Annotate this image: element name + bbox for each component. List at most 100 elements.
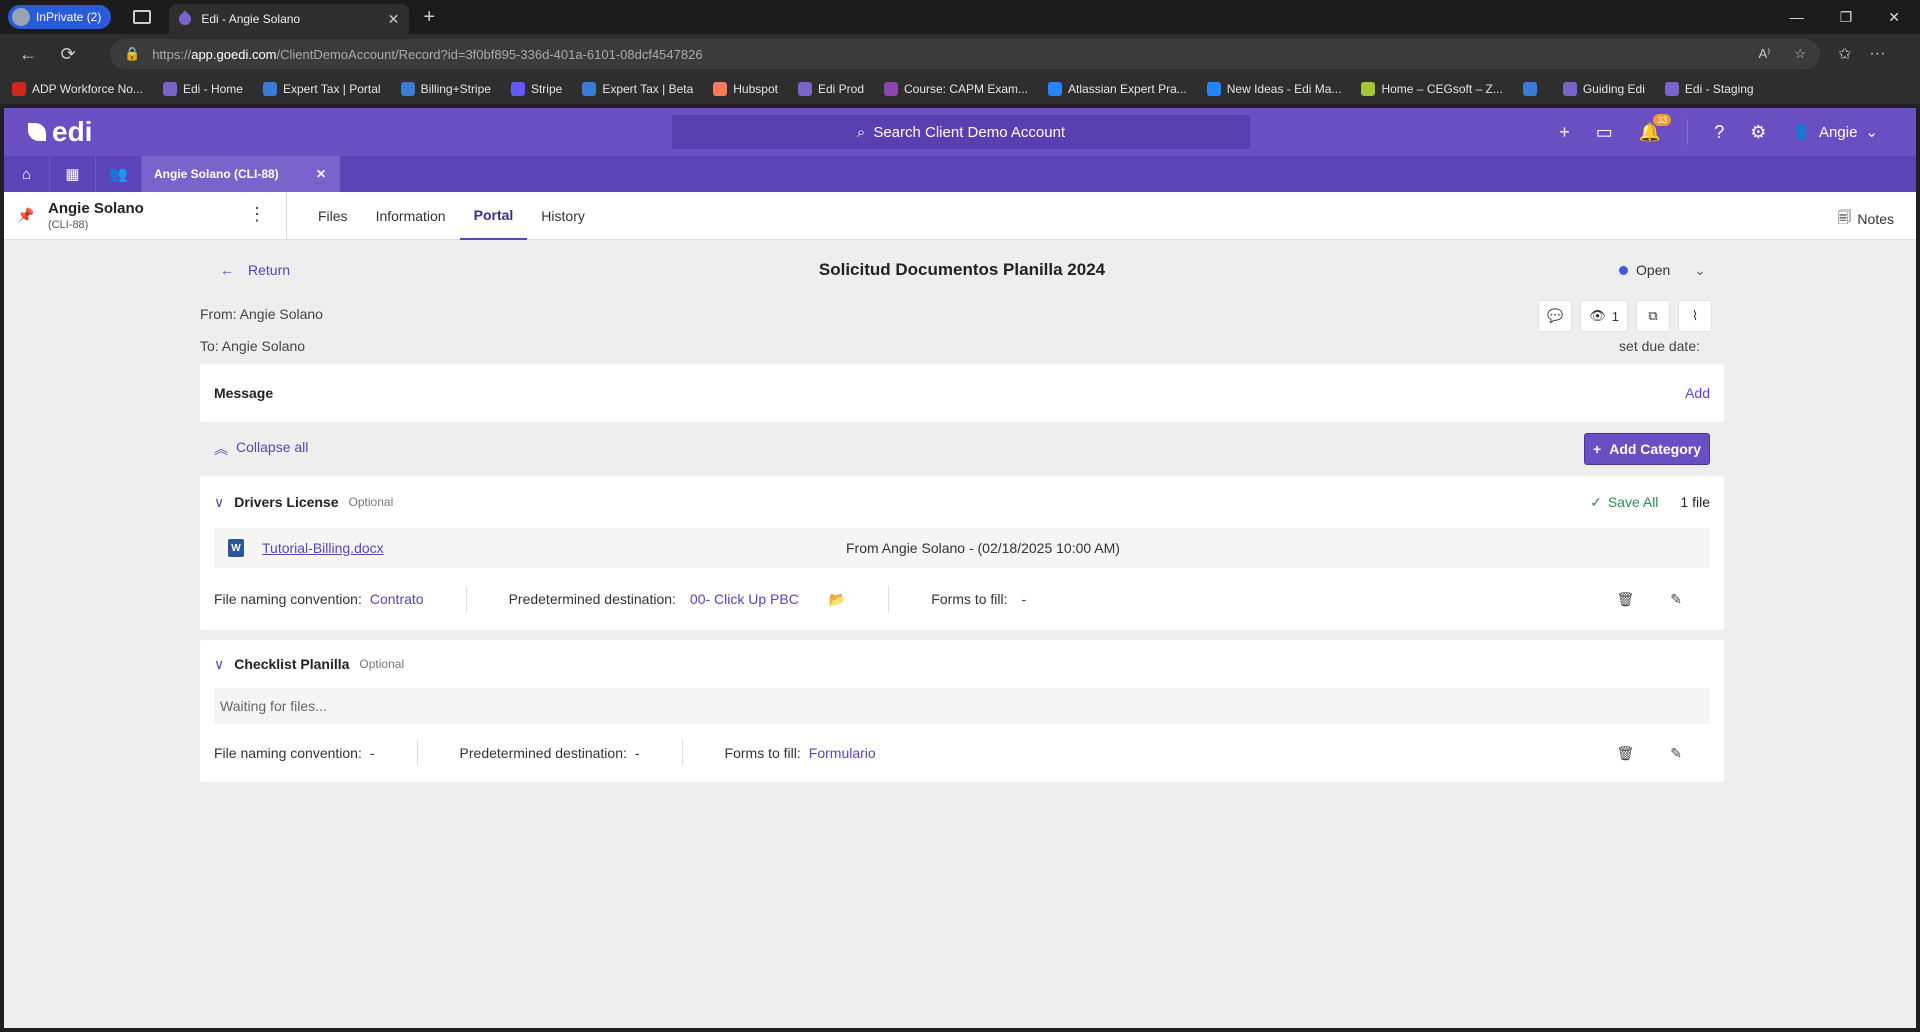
workspaces-icon[interactable] xyxy=(133,10,152,24)
gear-icon[interactable]: ⚙ xyxy=(1750,122,1766,143)
add-category-button[interactable]: + Add Category xyxy=(1584,433,1710,465)
word-doc-icon: W xyxy=(228,539,244,557)
bookmark-item[interactable]: Atlassian Expert Pra... xyxy=(1048,82,1187,96)
tab-history[interactable]: History xyxy=(527,192,599,240)
bookmark-item[interactable] xyxy=(1522,82,1543,96)
bookmark-item[interactable]: Edi - Staging xyxy=(1664,82,1754,96)
url-field[interactable]: 🔒 https://app.goedi.com/ClientDemoAccoun… xyxy=(110,39,1820,69)
back-icon[interactable]: ← xyxy=(8,44,48,65)
record-tab[interactable]: Angie Solano (CLI-88) ✕ xyxy=(142,156,340,192)
favorite-star-icon[interactable]: ☆ xyxy=(1794,46,1806,62)
bookmark-item[interactable]: Edi - Home xyxy=(162,82,243,96)
user-menu[interactable]: 👤 Angie ⌄ xyxy=(1792,123,1878,142)
search-bar[interactable]: ⌕ Search Client Demo Account xyxy=(672,115,1250,149)
check-circle-icon: ✓ xyxy=(1590,493,1602,510)
pencil-icon[interactable]: ✎ xyxy=(1670,745,1682,762)
views-button[interactable]: 👁 1 xyxy=(1580,300,1628,332)
close-record-tab-icon[interactable]: ✕ xyxy=(316,167,326,181)
browser-tab[interactable]: Edi - Angie Solano ✕ xyxy=(169,4,410,34)
bookmark-favicon-icon xyxy=(797,82,812,96)
bookmark-item[interactable]: Home – CEGsoft – Z... xyxy=(1361,82,1503,96)
building-icon[interactable]: ▦ xyxy=(50,156,96,192)
kebab-menu-icon[interactable]: ⋮ xyxy=(248,204,266,225)
bookmark-item[interactable]: Stripe xyxy=(510,82,562,96)
tab-information[interactable]: Information xyxy=(362,192,460,240)
folder-open-icon[interactable]: 📂 xyxy=(829,591,846,608)
bookmark-item[interactable]: Expert Tax | Beta xyxy=(582,82,693,96)
collapse-all-link[interactable]: ︽ Collapse all xyxy=(214,439,308,459)
bookmark-item[interactable]: Hubspot xyxy=(713,82,778,96)
lock-icon: 🔒 xyxy=(124,46,141,61)
trash-icon[interactable]: 🗑 xyxy=(1616,745,1634,762)
forms-label: Forms to fill: xyxy=(931,591,1008,607)
bookmark-item[interactable]: Course: CAPM Exam... xyxy=(884,82,1028,96)
copy-button[interactable]: ⧉ xyxy=(1636,300,1670,332)
forms-value[interactable]: Formulario xyxy=(809,745,876,761)
tabs-divider xyxy=(286,192,287,240)
notes-button[interactable]: 🗐 Notes xyxy=(1837,207,1894,231)
bookmark-favicon-icon xyxy=(1522,82,1537,96)
people-icon[interactable]: 👥 xyxy=(96,156,142,192)
bookmark-favicon-icon xyxy=(582,82,597,96)
home-icon[interactable]: ⌂ xyxy=(4,156,50,192)
naming-value[interactable]: Contrato xyxy=(370,591,424,607)
chevron-down-icon[interactable]: ∨ xyxy=(214,656,224,673)
add-category-label: Add Category xyxy=(1609,441,1701,457)
close-window-icon[interactable]: ✕ xyxy=(1888,9,1900,26)
category-card-drivers-license: ∨ Drivers License Optional ✓ Save All 1 … xyxy=(200,476,1724,630)
edi-logo[interactable]: edi xyxy=(28,116,92,148)
bookmark-item[interactable]: Guiding Edi xyxy=(1562,82,1645,96)
tab-portal[interactable]: Portal xyxy=(459,192,528,240)
to-line: To: Angie Solano xyxy=(200,338,306,354)
collapse-label: Collapse all xyxy=(236,439,309,455)
record-identity: Angie Solano (CLI-88) xyxy=(48,200,144,231)
close-tab-icon[interactable]: ✕ xyxy=(388,11,400,28)
status-dot xyxy=(1619,265,1629,275)
profile-avatar xyxy=(12,8,30,26)
forms-label: Forms to fill: xyxy=(724,745,801,761)
file-name-link[interactable]: Tutorial-Billing.docx xyxy=(262,540,384,556)
bookmark-label: Hubspot xyxy=(733,82,778,96)
bookmark-label: Course: CAPM Exam... xyxy=(904,82,1029,96)
message-add-link[interactable]: Add xyxy=(1685,385,1710,401)
more-menu-icon[interactable]: ··· xyxy=(1869,45,1885,63)
status-dropdown[interactable]: Open ⌄ xyxy=(1619,262,1706,279)
save-all-button[interactable]: ✓ Save All xyxy=(1590,494,1658,511)
inbox-icon[interactable]: ▭ xyxy=(1596,122,1613,143)
url-path: /ClientDemoAccount/Record?id=3f0bf895-33… xyxy=(276,46,703,62)
refresh-icon[interactable]: ⟳ xyxy=(48,44,88,65)
due-date-label[interactable]: set due date: xyxy=(1619,338,1700,354)
url-host: app.goedi.com xyxy=(191,46,277,62)
request-actions: 💬 👁 1 ⧉ ⌇ xyxy=(1538,300,1712,332)
help-icon[interactable]: ? xyxy=(1714,122,1724,143)
bookmark-item[interactable]: Edi Prod xyxy=(797,82,864,96)
read-aloud-icon[interactable]: A⁾ xyxy=(1758,46,1770,62)
favorites-icon[interactable]: ✩ xyxy=(1838,44,1851,64)
bookmark-item[interactable]: Expert Tax | Portal xyxy=(262,82,381,96)
url-scheme: https:// xyxy=(152,46,192,62)
pencil-icon[interactable]: ✎ xyxy=(1670,591,1682,608)
record-tab-label: Angie Solano (CLI-88) xyxy=(154,167,279,181)
bookmark-favicon-icon xyxy=(262,82,277,96)
new-tab-icon[interactable]: + xyxy=(423,6,435,29)
activity-button[interactable]: ⌇ xyxy=(1678,300,1712,332)
bookmark-favicon-icon xyxy=(510,82,525,96)
pin-icon[interactable]: 📌 xyxy=(4,207,48,224)
chevron-down-icon[interactable]: ∨ xyxy=(214,494,224,511)
bookmark-item[interactable]: New Ideas - Edi Ma... xyxy=(1206,82,1341,96)
tab-files[interactable]: Files xyxy=(304,192,362,240)
trash-icon[interactable]: 🗑 xyxy=(1616,591,1634,608)
add-icon[interactable]: + xyxy=(1559,122,1570,143)
edi-app: edi ⌕ Search Client Demo Account + ▭ 🔔 33… xyxy=(4,108,1916,1028)
bell-icon[interactable]: 🔔 33 xyxy=(1639,113,1672,143)
destination-value[interactable]: 00- Click Up PBC xyxy=(690,591,799,607)
edi-leaf-icon xyxy=(28,123,46,141)
bookmark-item[interactable]: Billing+Stripe xyxy=(400,82,491,96)
record-bar: 📌 Angie Solano (CLI-88) ⋮ Files Informat… xyxy=(4,192,1916,240)
comment-button[interactable]: 💬 xyxy=(1538,300,1573,332)
restore-icon[interactable]: ❐ xyxy=(1840,9,1853,26)
bookmark-item[interactable]: ADP Workforce No... xyxy=(12,82,143,96)
notes-icon: 🗐 xyxy=(1837,209,1852,225)
inprivate-badge[interactable]: InPrivate (2) xyxy=(8,5,112,29)
minimize-icon[interactable]: — xyxy=(1790,9,1804,26)
